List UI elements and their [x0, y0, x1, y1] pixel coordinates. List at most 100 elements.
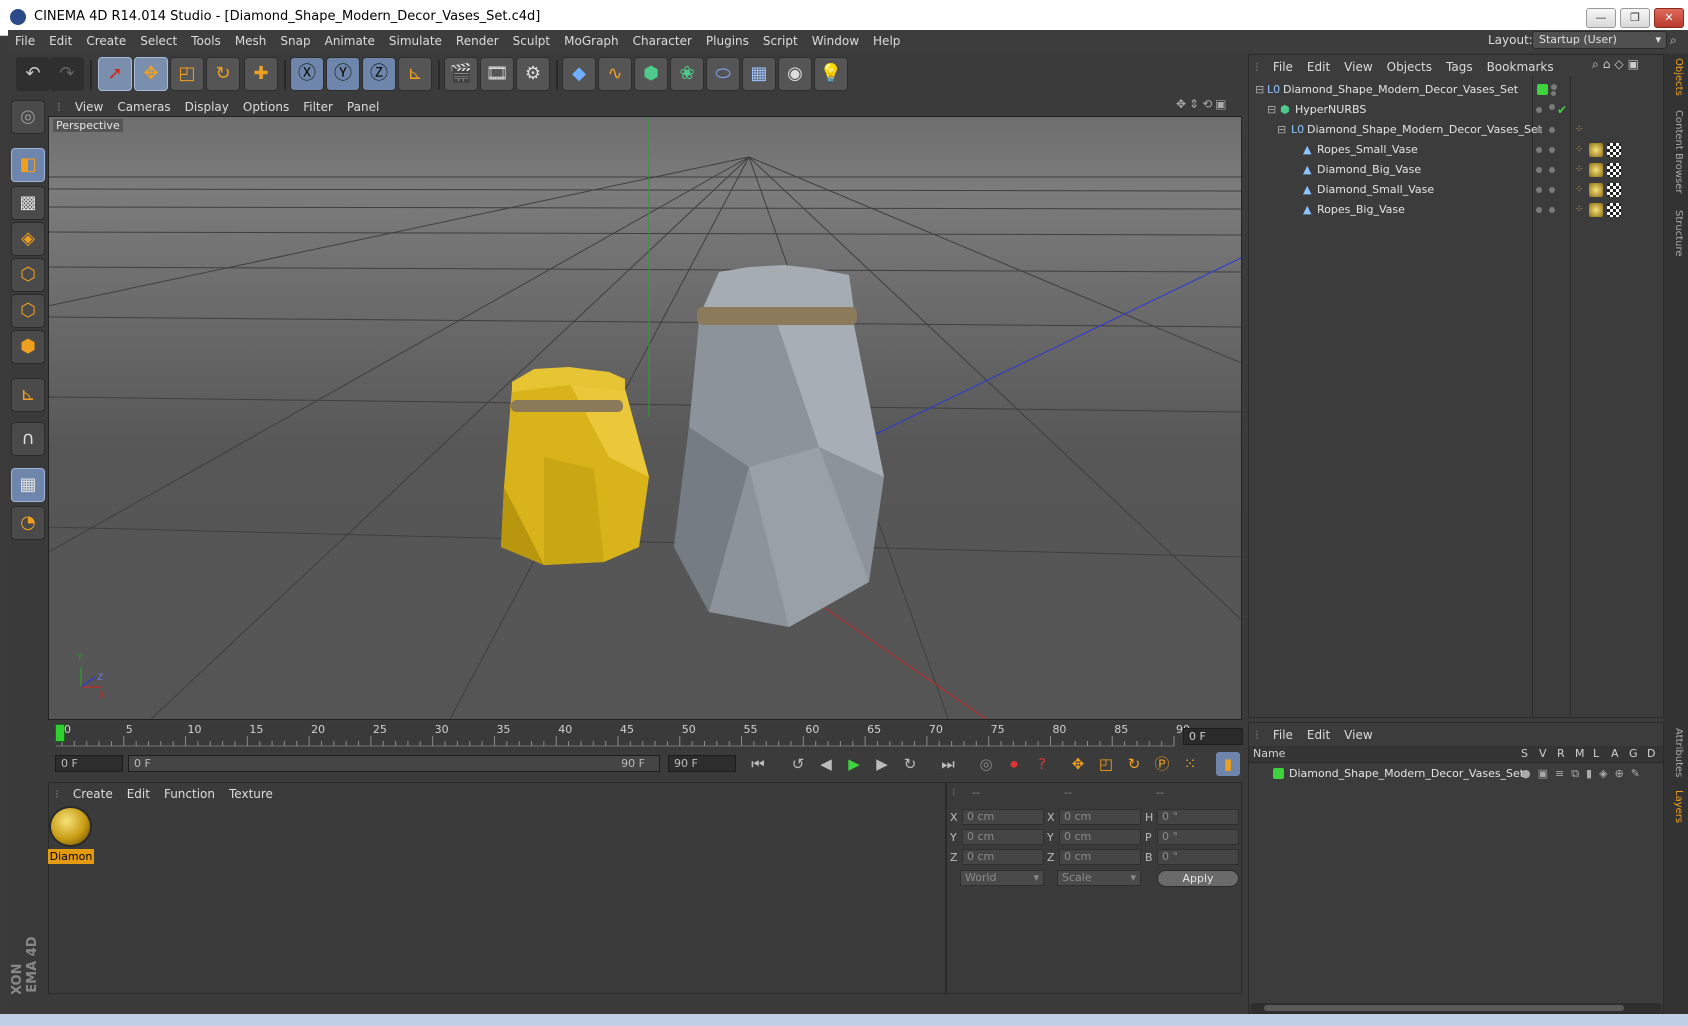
menu-select[interactable]: Select	[133, 30, 184, 52]
next-frame-icon[interactable]: ▶	[870, 752, 894, 776]
menu-animate[interactable]: Animate	[318, 30, 382, 52]
deformer-icon[interactable]: ⬭	[706, 57, 740, 91]
layer-col-render[interactable]: R	[1557, 747, 1565, 760]
menu-character[interactable]: Character	[626, 30, 699, 52]
light-icon[interactable]: 💡	[814, 57, 848, 91]
mograph-cloner-icon[interactable]: ❀	[670, 57, 704, 91]
coordinate-system-icon[interactable]: ⊾	[398, 57, 432, 91]
position-x-field[interactable]: 0 cm	[962, 809, 1044, 825]
tree-row-hypernurbs[interactable]: ⊟ ⬢ HyperNURBS ✔	[1249, 100, 1663, 120]
tree-row-root[interactable]: ⊟ L0 Diamond_Shape_Modern_Decor_Vases_Se…	[1249, 80, 1663, 100]
material-menu-function[interactable]: Function	[157, 783, 222, 805]
tab-content-browser[interactable]: Content Browser	[1666, 110, 1684, 193]
enabled-check-icon[interactable]: ✔	[1557, 100, 1567, 120]
next-key-icon[interactable]: ↻	[898, 752, 922, 776]
size-x-field[interactable]: 0 cm	[1059, 809, 1141, 825]
layer-col-visible[interactable]: V	[1539, 747, 1547, 760]
x-axis-lock-icon[interactable]: Ⓧ	[290, 57, 324, 91]
z-axis-lock-icon[interactable]: Ⓩ	[362, 57, 396, 91]
layer-color-swatch[interactable]	[1273, 768, 1284, 779]
phong-tag-icon[interactable]: ⁘	[1575, 140, 1583, 160]
key-parameter-icon[interactable]: Ⓟ	[1150, 752, 1174, 776]
render-view-icon[interactable]: 🎬	[444, 57, 478, 91]
search-icon[interactable]: ⌕	[1670, 33, 1677, 48]
layer-col-deformers[interactable]: D	[1647, 747, 1655, 760]
rotate-tool-icon[interactable]: ↻	[206, 57, 240, 91]
current-frame-field[interactable]: 0 F	[1183, 728, 1243, 745]
layer-col-name[interactable]: Name	[1253, 747, 1285, 760]
layer-menu-file[interactable]: File	[1266, 724, 1300, 746]
tree-row-ropes-small-vase[interactable]: ▲ Ropes_Small_Vase ⁘	[1249, 140, 1663, 160]
key-rotation-icon[interactable]: ↻	[1122, 752, 1146, 776]
record-keyframe-icon[interactable]: ⏺	[1002, 752, 1026, 776]
tree-row-group[interactable]: ⊟ L0 Diamond_Shape_Modern_Decor_Vases_Se…	[1249, 120, 1663, 140]
tab-objects[interactable]: Objects	[1666, 58, 1684, 96]
obj-menu-tags[interactable]: Tags	[1439, 56, 1480, 78]
material-menu-edit[interactable]: Edit	[120, 783, 157, 805]
material-swatch[interactable]	[49, 806, 92, 847]
viewport-menu-options[interactable]: Options	[236, 96, 296, 118]
play-icon[interactable]: ▶	[842, 752, 866, 776]
material-menu-texture[interactable]: Texture	[222, 783, 280, 805]
tab-layers[interactable]: Layers	[1666, 790, 1684, 823]
viewport-menu-filter[interactable]: Filter	[296, 96, 340, 118]
collapse-icon[interactable]: ⊟	[1277, 120, 1286, 140]
render-settings-icon[interactable]: ⚙	[516, 57, 550, 91]
uvw-tag-icon[interactable]	[1607, 183, 1621, 197]
layer-col-animation[interactable]: A	[1611, 747, 1619, 760]
rotation-b-field[interactable]: 0 °	[1157, 849, 1239, 865]
position-y-field[interactable]: 0 cm	[962, 829, 1044, 845]
layer-menu-edit[interactable]: Edit	[1300, 724, 1337, 746]
object-manager-nav-icons[interactable]: ⌕⌂◇▣	[1592, 57, 1643, 72]
timeline-window-icon[interactable]: ▮	[1216, 752, 1240, 776]
layer-col-solo[interactable]: S	[1521, 747, 1528, 760]
y-axis-lock-icon[interactable]: Ⓨ	[326, 57, 360, 91]
uvw-tag-icon[interactable]	[1607, 143, 1621, 157]
undo-icon[interactable]: ↶	[16, 57, 50, 91]
scale-mode-dropdown[interactable]: Scale ▾	[1057, 870, 1141, 886]
menu-mograph[interactable]: MoGraph	[557, 30, 626, 52]
collapse-icon[interactable]: ⊟	[1255, 80, 1264, 100]
start-frame-field[interactable]: 0 F	[55, 755, 123, 772]
layout-dropdown[interactable]: Startup (User) ▾	[1532, 31, 1667, 49]
render-picture-viewer-icon[interactable]: 🎞	[480, 57, 514, 91]
menu-script[interactable]: Script	[756, 30, 805, 52]
menu-create[interactable]: Create	[79, 30, 133, 52]
camera-icon[interactable]: ◉	[778, 57, 812, 91]
polygons-mode-icon[interactable]: ⬢	[11, 330, 45, 364]
viewport-menu-cameras[interactable]: Cameras	[110, 96, 177, 118]
rotation-h-field[interactable]: 0 °	[1157, 809, 1239, 825]
viewport-menu-display[interactable]: Display	[178, 96, 236, 118]
make-editable-icon[interactable]: ◎	[11, 100, 45, 134]
collapse-icon[interactable]: ⊟	[1267, 100, 1276, 120]
obj-menu-view[interactable]: View	[1337, 56, 1379, 78]
previous-key-icon[interactable]: ↺	[786, 752, 810, 776]
material-menu-create[interactable]: Create	[66, 783, 120, 805]
previous-frame-icon[interactable]: ◀	[814, 752, 838, 776]
motion-record-icon[interactable]: ◎	[974, 752, 998, 776]
viewport-menu-panel[interactable]: Panel	[340, 96, 386, 118]
phong-tag-icon[interactable]: ⁘	[1575, 200, 1583, 220]
floor-scene-icon[interactable]: ▦	[742, 57, 776, 91]
close-button[interactable]: ✕	[1654, 8, 1684, 28]
edges-mode-icon[interactable]: ⬡	[11, 294, 45, 328]
menu-sculpt[interactable]: Sculpt	[506, 30, 557, 52]
live-selection-icon[interactable]: ➚	[98, 57, 132, 91]
layer-horizontal-scrollbar[interactable]	[1250, 1003, 1662, 1013]
autokey-help-icon[interactable]: ?	[1030, 752, 1054, 776]
key-point-level-icon[interactable]: ⁙	[1178, 752, 1202, 776]
menu-window[interactable]: Window	[805, 30, 866, 52]
preview-range-slider[interactable]: 0 F 90 F	[128, 755, 660, 772]
obj-menu-edit[interactable]: Edit	[1300, 56, 1337, 78]
coordinate-mode-dropdown[interactable]: World ▾	[960, 870, 1044, 886]
timeline-ruler[interactable]: 051015202530354045505560657075808590	[50, 722, 1242, 750]
tree-row-diamond-small-vase[interactable]: ▲ Diamond_Small_Vase ⁘	[1249, 180, 1663, 200]
menu-plugins[interactable]: Plugins	[699, 30, 756, 52]
phong-tag-icon[interactable]: ⁘	[1575, 120, 1583, 140]
go-to-end-icon[interactable]: ⏭	[936, 752, 960, 776]
rotation-p-field[interactable]: 0 °	[1157, 829, 1239, 845]
layer-row[interactable]: Diamond_Shape_Modern_Decor_Vases_Set ●▣≡…	[1249, 764, 1663, 784]
tree-row-diamond-big-vase[interactable]: ▲ Diamond_Big_Vase ⁘	[1249, 160, 1663, 180]
big-gray-vase[interactable]	[674, 265, 884, 627]
position-z-field[interactable]: 0 cm	[962, 849, 1044, 865]
